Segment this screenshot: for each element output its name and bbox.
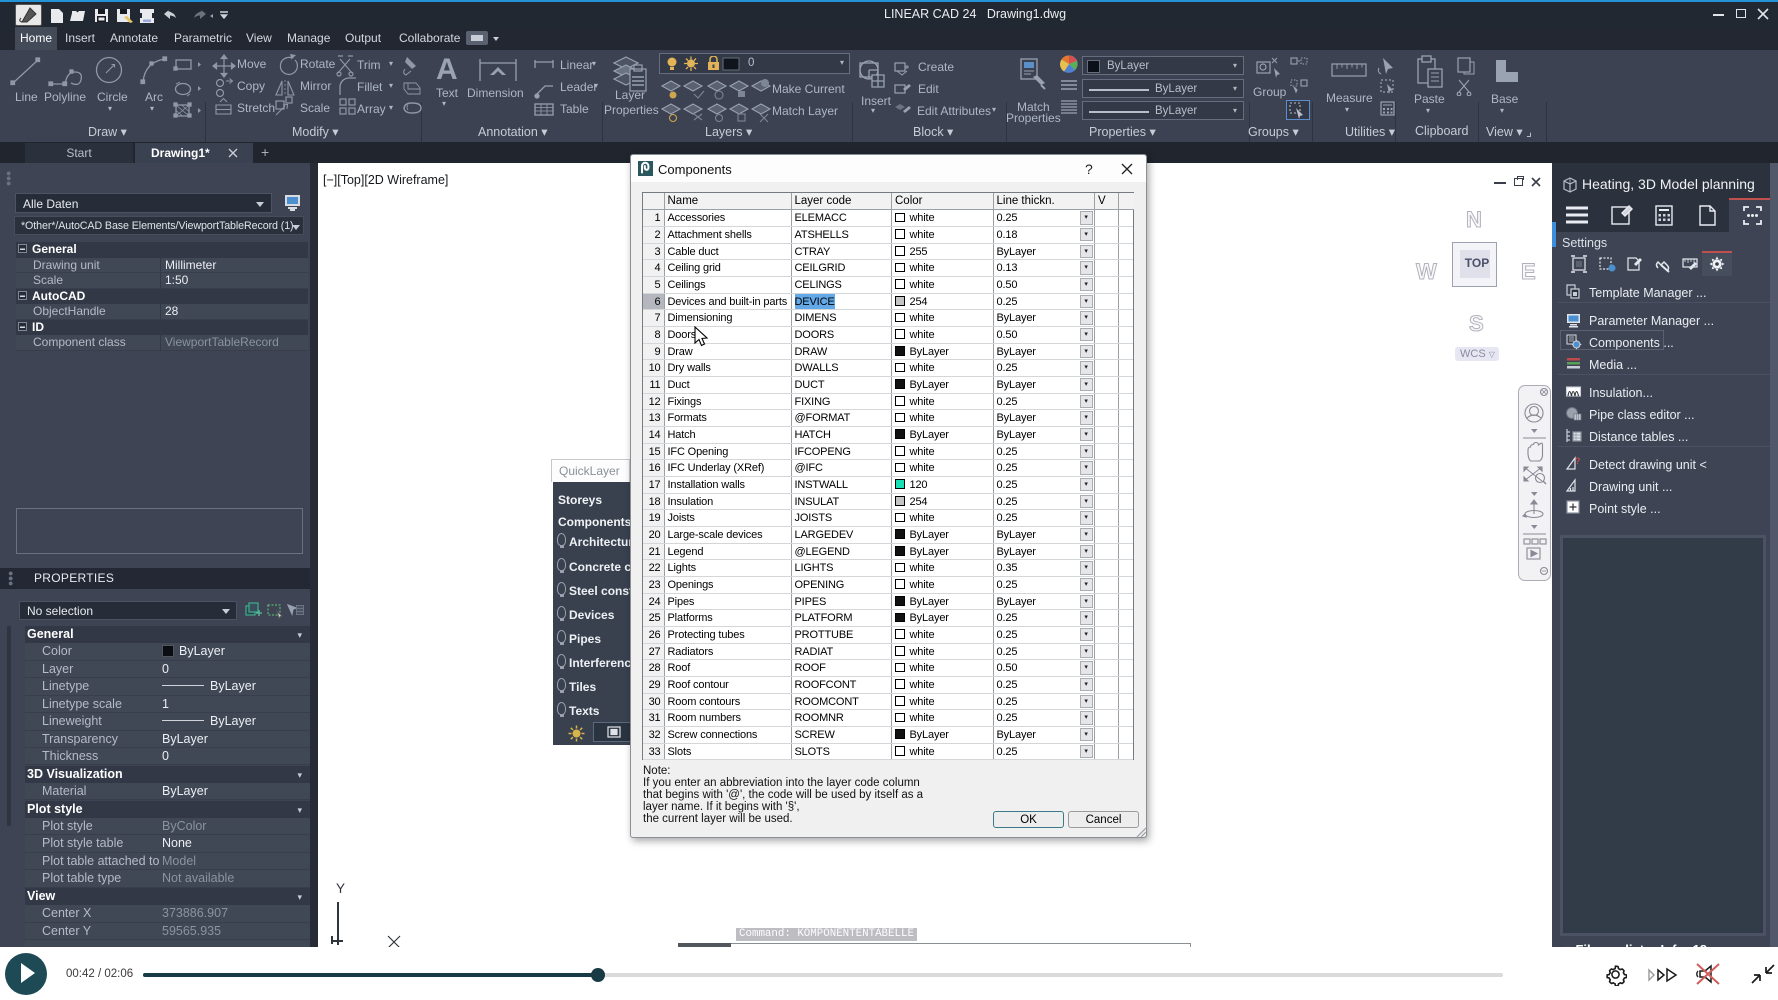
svg-text:?: ? xyxy=(1575,456,1581,466)
